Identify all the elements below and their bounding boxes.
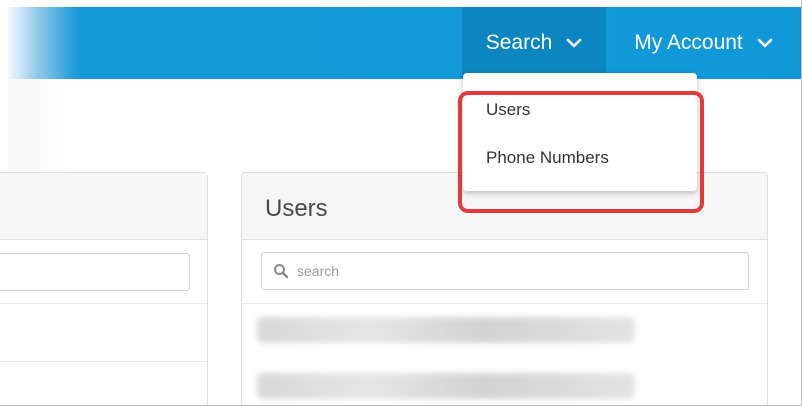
users-panel: Users: [241, 172, 768, 405]
search-menu-button[interactable]: Search: [462, 7, 606, 79]
left-panel-partial: [0, 172, 208, 405]
left-panel-header: [0, 173, 207, 240]
search-icon: [273, 263, 289, 279]
chevron-down-icon: [566, 37, 582, 49]
divider: [0, 361, 207, 362]
menu-item-phone-numbers[interactable]: Phone Numbers: [486, 148, 609, 168]
list-item[interactable]: [257, 373, 635, 399]
left-panel-input[interactable]: [0, 253, 190, 291]
users-search-box[interactable]: [261, 252, 749, 290]
my-account-menu-button[interactable]: My Account: [606, 7, 801, 79]
divider: [0, 303, 207, 304]
menu-item-users[interactable]: Users: [486, 100, 530, 120]
users-panel-title: Users: [265, 195, 328, 222]
my-account-label: My Account: [634, 31, 743, 54]
divider: [242, 303, 767, 304]
search-menu-label: Search: [485, 31, 553, 54]
app-frame: Search My Account Users search Users Pho…: [0, 0, 802, 406]
list-item[interactable]: [257, 317, 635, 343]
search-dropdown-menu: Users Phone Numbers: [463, 73, 697, 191]
chevron-down-icon: [757, 37, 773, 49]
users-search-input[interactable]: [297, 263, 737, 279]
